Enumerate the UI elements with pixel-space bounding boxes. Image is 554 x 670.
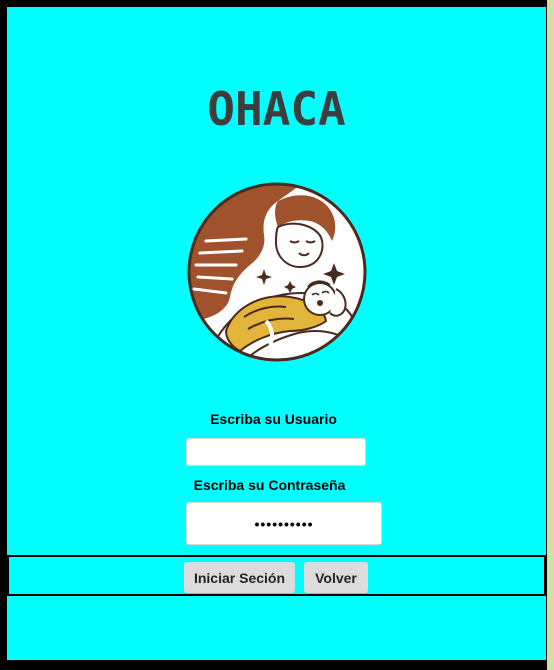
password-label: Escriba su Contraseña: [193, 477, 346, 493]
window-edge: [547, 0, 554, 670]
mother-baby-logo-icon: [187, 182, 367, 362]
username-label: Escriba su Usuario: [210, 411, 337, 427]
app-title: OHACA: [207, 82, 346, 136]
back-button[interactable]: Volver: [304, 562, 368, 593]
button-bar: Iniciar Seción Volver: [7, 555, 546, 596]
password-input[interactable]: [186, 502, 382, 545]
login-panel: OHACA Escriba su Usuario Escriba su Cont…: [7, 7, 546, 660]
username-input[interactable]: [186, 438, 366, 466]
login-button[interactable]: Iniciar Seción: [184, 562, 295, 593]
